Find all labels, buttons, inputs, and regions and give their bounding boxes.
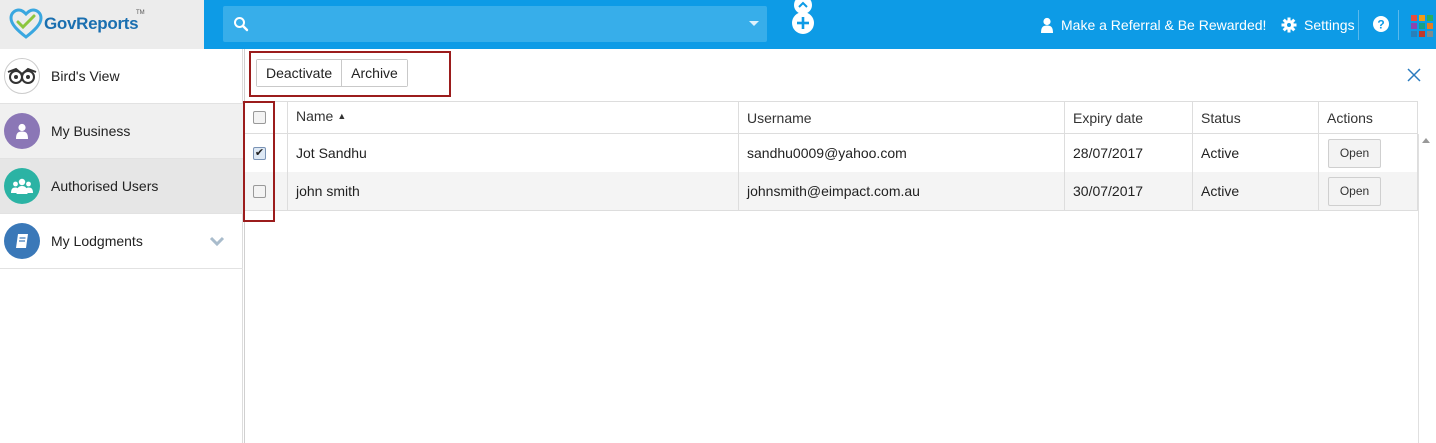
- sidebar-item-my-lodgments[interactable]: My Lodgments: [0, 214, 243, 269]
- users-icon: [4, 168, 40, 204]
- svg-text:?: ?: [1377, 18, 1384, 32]
- user-username: johnsmith@eimpact.com.au: [739, 172, 1065, 210]
- sidebar-item-label: My Business: [51, 123, 131, 139]
- scroll-up-icon[interactable]: [1422, 138, 1430, 143]
- user-expiry: 30/07/2017: [1065, 172, 1193, 210]
- sidebar-item-label: Authorised Users: [51, 178, 159, 194]
- sidebar-item-my-business[interactable]: My Business: [0, 104, 243, 159]
- actions-cell: Open: [1319, 172, 1418, 210]
- vertical-scrollbar[interactable]: [1418, 134, 1436, 443]
- owl-icon: [4, 58, 40, 94]
- user-name: Jot Sandhu: [288, 134, 739, 172]
- table-row[interactable]: john smith johnsmith@eimpact.com.au 30/0…: [245, 172, 1418, 211]
- annotation-highlight-checkboxes: [243, 101, 275, 222]
- referral-label: Make a Referral & Be Rewarded!: [1061, 16, 1267, 33]
- help-icon[interactable]: ?: [1373, 16, 1389, 32]
- logo-text: GovReports: [44, 14, 139, 33]
- book-icon: [4, 223, 40, 259]
- table-header: Name ▲ Username Expiry date Status Actio…: [245, 101, 1418, 134]
- top-bar: GovReports TM Make a Referral & Be Rewar…: [0, 0, 1436, 49]
- logo[interactable]: GovReports TM: [0, 0, 204, 49]
- column-header-username[interactable]: Username: [739, 102, 1065, 133]
- user-name: john smith: [288, 172, 739, 210]
- user-expiry: 28/07/2017: [1065, 134, 1193, 172]
- actions-cell: Open: [1319, 134, 1418, 172]
- person-icon: [4, 113, 40, 149]
- column-header-name[interactable]: Name ▲: [288, 102, 739, 133]
- table-row[interactable]: ✔ Jot Sandhu sandhu0009@yahoo.com 28/07/…: [245, 134, 1418, 172]
- settings-link[interactable]: Settings: [1281, 0, 1355, 49]
- user-status: Active: [1193, 134, 1319, 172]
- person-icon: [1041, 17, 1053, 33]
- user-username: sandhu0009@yahoo.com: [739, 134, 1065, 172]
- sidebar-item-label: Bird's View: [51, 68, 120, 84]
- expand-add-icon[interactable]: [790, 0, 816, 34]
- column-header-status[interactable]: Status: [1193, 102, 1319, 133]
- divider: [1398, 10, 1399, 40]
- open-button[interactable]: Open: [1328, 138, 1381, 168]
- sidebar: Bird's View My Business Authorised Users: [0, 49, 243, 443]
- gear-icon: [1281, 17, 1297, 32]
- close-icon[interactable]: [1407, 68, 1421, 82]
- chevron-down-icon[interactable]: [209, 235, 225, 247]
- column-header-expiry[interactable]: Expiry date: [1065, 102, 1193, 133]
- search-dropdown-icon[interactable]: [749, 21, 759, 26]
- apps-grid-icon[interactable]: [1411, 15, 1433, 37]
- referral-link[interactable]: Make a Referral & Be Rewarded!: [1040, 0, 1266, 49]
- column-header-actions: Actions: [1319, 102, 1418, 133]
- open-button[interactable]: Open: [1328, 176, 1381, 206]
- settings-label: Settings: [1304, 16, 1355, 33]
- sort-asc-icon: ▲: [337, 111, 347, 121]
- search-icon: [234, 17, 249, 32]
- user-status: Active: [1193, 172, 1319, 210]
- sidebar-item-label: My Lodgments: [51, 233, 143, 249]
- sidebar-item-birds-view[interactable]: Bird's View: [0, 49, 243, 104]
- annotation-highlight-actions: [249, 51, 451, 97]
- divider: [1358, 10, 1359, 40]
- sidebar-item-authorised-users[interactable]: Authorised Users: [0, 159, 243, 214]
- search-input[interactable]: [223, 6, 767, 42]
- logo-heart-icon: [9, 8, 43, 39]
- logo-trademark: TM: [136, 10, 145, 16]
